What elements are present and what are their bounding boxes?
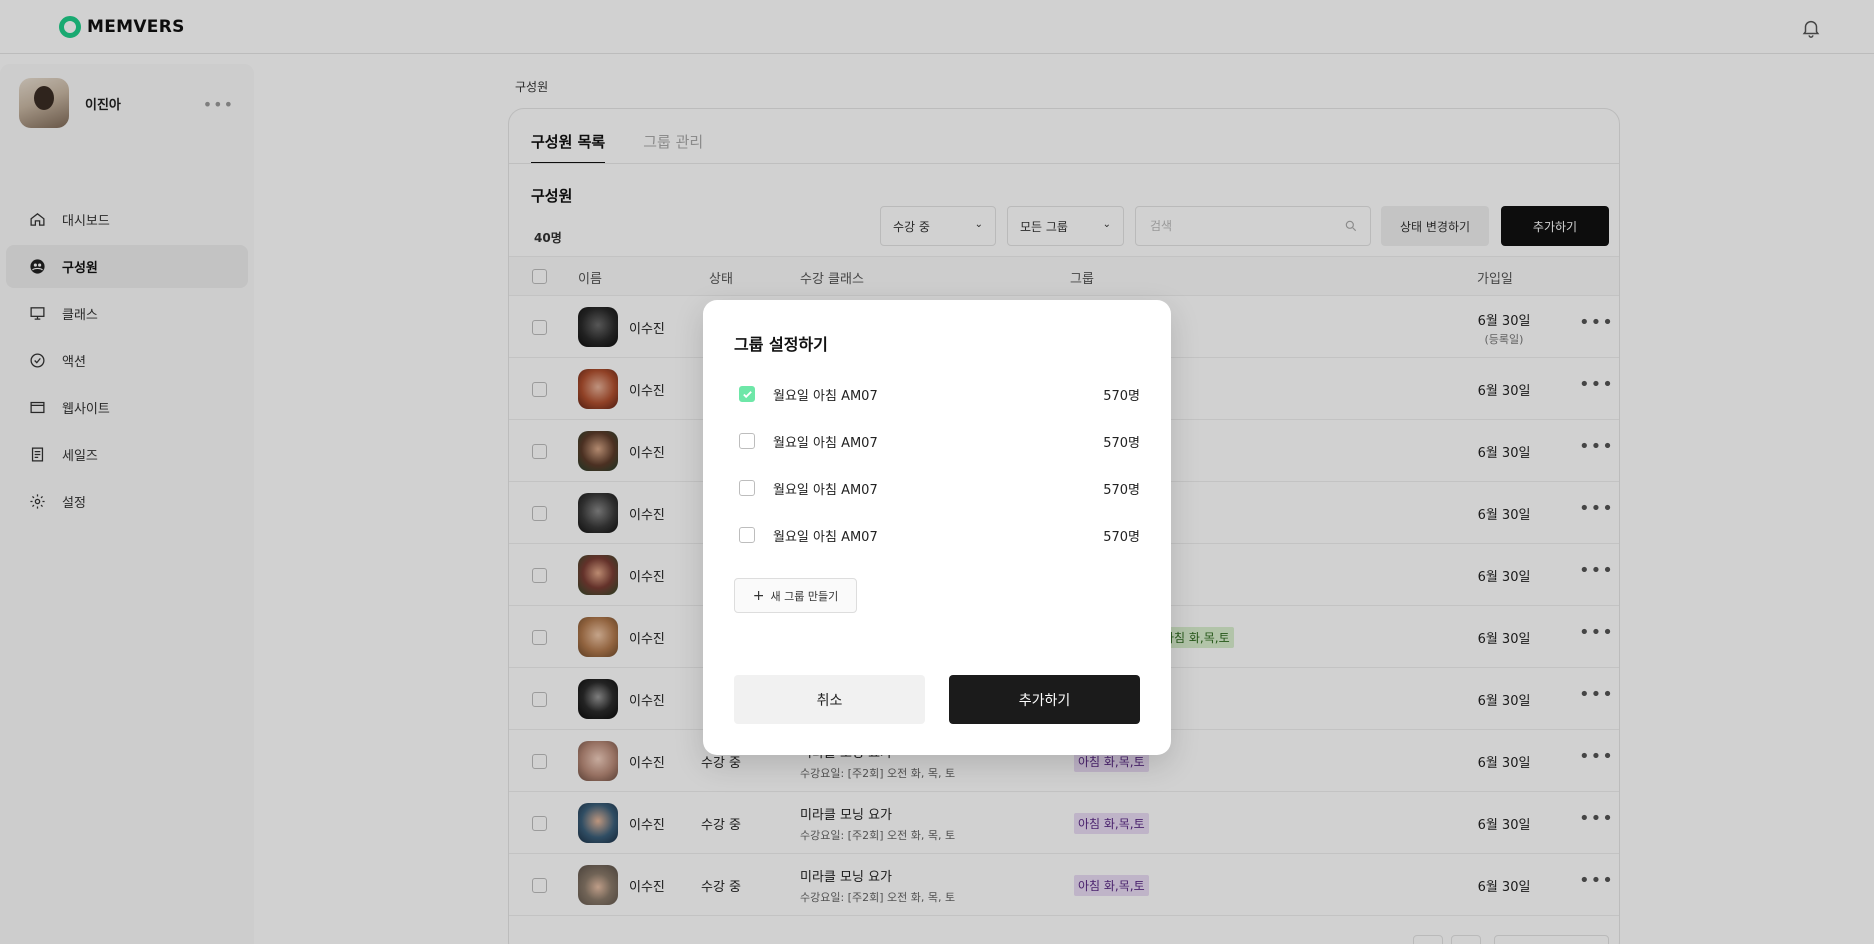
group-checkbox[interactable]	[739, 480, 755, 496]
group-option-label: 월요일 아침 AM07	[773, 529, 878, 545]
group-option-count: 570명	[1103, 388, 1140, 404]
modal-title: 그룹 설정하기	[734, 335, 828, 354]
group-option-label: 월요일 아침 AM07	[773, 482, 878, 498]
group-option[interactable]: 월요일 아침 AM07 570명	[734, 520, 1140, 550]
group-checkbox[interactable]	[739, 527, 755, 543]
plus-icon: +	[752, 587, 765, 604]
group-settings-modal: 그룹 설정하기 월요일 아침 AM07 570명 월요일 아침 AM07 570…	[703, 300, 1171, 755]
new-group-button[interactable]: + 새 그룹 만들기	[734, 578, 857, 613]
group-option-count: 570명	[1103, 435, 1140, 451]
cancel-button[interactable]: 취소	[734, 675, 925, 724]
group-option[interactable]: 월요일 아침 AM07 570명	[734, 379, 1140, 409]
confirm-add-button[interactable]: 추가하기	[949, 675, 1140, 724]
group-option[interactable]: 월요일 아침 AM07 570명	[734, 426, 1140, 456]
group-option-count: 570명	[1103, 482, 1140, 498]
group-option[interactable]: 월요일 아침 AM07 570명	[734, 473, 1140, 503]
group-checkbox[interactable]	[739, 386, 755, 402]
group-checkbox[interactable]	[739, 433, 755, 449]
group-option-count: 570명	[1103, 529, 1140, 545]
new-group-label: 새 그룹 만들기	[770, 589, 839, 603]
group-option-label: 월요일 아침 AM07	[773, 388, 878, 404]
group-option-label: 월요일 아침 AM07	[773, 435, 878, 451]
